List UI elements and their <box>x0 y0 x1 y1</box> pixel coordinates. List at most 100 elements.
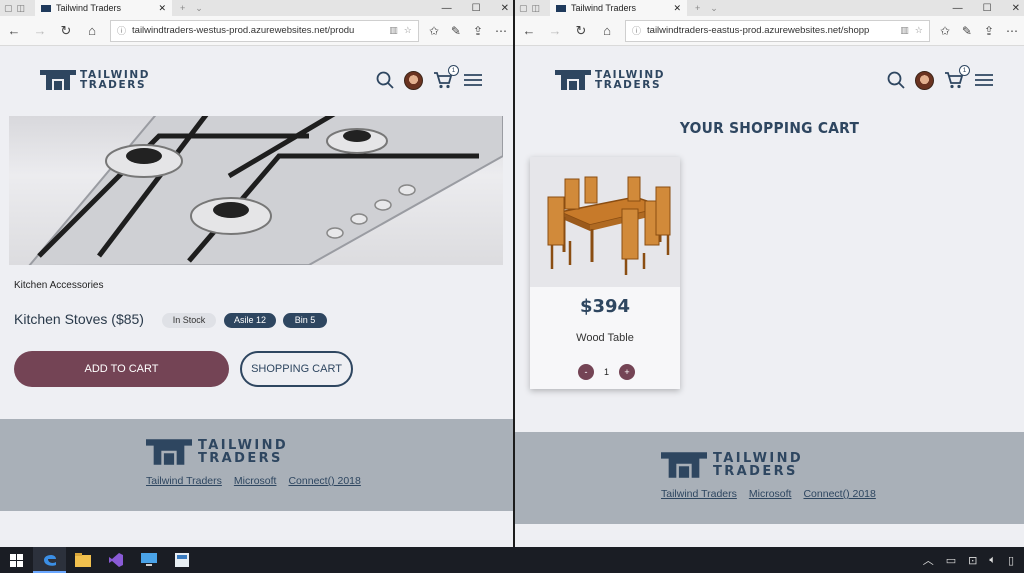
footer-logo[interactable]: TAILWIND TRADERS <box>146 439 288 465</box>
footer-link-tailwind[interactable]: Tailwind Traders <box>146 475 222 487</box>
url-input[interactable]: ⓘ tailwindtraders-westus-prod.azurewebsi… <box>110 19 419 42</box>
pen-icon[interactable]: ✎ <box>451 24 461 38</box>
close-window-icon[interactable]: ✕ <box>501 3 509 14</box>
remote-desktop-icon[interactable] <box>132 547 165 573</box>
search-icon[interactable] <box>376 71 394 89</box>
home-icon[interactable]: ⌂ <box>599 23 615 38</box>
cart-count-badge: 1 <box>448 65 459 76</box>
tab-actions-icon[interactable]: ▢ <box>519 3 528 14</box>
browser-window-right: ▢ ◫ Tailwind Traders ✕ + ⌄ — ☐ ✕ ← → ↻ ⌂ … <box>515 0 1024 547</box>
product-title: Kitchen Stoves ($85) <box>14 311 144 327</box>
cart-item-name: Wood Table <box>576 332 634 344</box>
chevron-down-icon[interactable]: ⌄ <box>710 3 718 14</box>
site-footer: TAILWIND TRADERS Tailwind Traders Micros… <box>0 419 513 511</box>
notifications-icon[interactable]: ▯ <box>1008 554 1014 567</box>
brand-logo[interactable]: TAILWIND TRADERS <box>555 70 665 90</box>
footer-link-tailwind[interactable]: Tailwind Traders <box>661 488 737 500</box>
stock-badge: In Stock <box>162 313 216 328</box>
footer-links: Tailwind Traders Microsoft Connect() 201… <box>661 488 876 500</box>
menu-icon[interactable] <box>463 72 483 88</box>
share-icon[interactable]: ⇪ <box>473 24 483 38</box>
favorite-star-icon[interactable]: ☆ <box>915 25 923 36</box>
back-icon[interactable]: ← <box>521 23 537 38</box>
decrease-quantity-button[interactable]: - <box>578 364 594 380</box>
volume-icon[interactable]: 🔈︎ <box>989 554 996 567</box>
app-icon[interactable] <box>165 547 198 573</box>
reading-view-icon[interactable]: ▥ <box>389 25 398 36</box>
footer-link-connect[interactable]: Connect() 2018 <box>288 475 360 487</box>
tab-preview-icon[interactable]: ◫ <box>532 3 541 14</box>
more-icon[interactable]: ⋯ <box>495 24 507 38</box>
more-icon[interactable]: ⋯ <box>1006 24 1018 38</box>
logo-icon <box>146 439 192 465</box>
edge-icon[interactable] <box>33 547 66 573</box>
quantity-stepper: - 1 + <box>578 364 636 380</box>
back-icon[interactable]: ← <box>6 23 22 38</box>
forward-icon[interactable]: → <box>32 23 48 38</box>
increase-quantity-button[interactable]: + <box>619 364 636 380</box>
avatar[interactable] <box>404 70 423 90</box>
shopping-cart-button[interactable]: SHOPPING CART <box>240 351 353 387</box>
refresh-icon[interactable]: ↻ <box>573 23 589 39</box>
add-to-cart-button[interactable]: ADD TO CART <box>14 351 229 387</box>
favicon-icon <box>41 4 52 12</box>
favorites-icon[interactable]: ✩ <box>429 24 439 38</box>
quantity-value: 1 <box>604 367 610 377</box>
search-icon[interactable] <box>887 71 905 89</box>
new-tab-icon[interactable]: + <box>180 3 185 14</box>
tab-preview-icon[interactable]: ◫ <box>17 3 26 14</box>
cart-item-card: $394 Wood Table - 1 + <box>530 157 680 389</box>
cart-button[interactable]: 1 <box>944 65 970 89</box>
start-icon[interactable] <box>0 547 33 573</box>
cart-count-badge: 1 <box>959 65 970 76</box>
file-explorer-icon[interactable] <box>66 547 99 573</box>
tab-actions-icon[interactable]: ▢ <box>4 3 13 14</box>
footer-link-microsoft[interactable]: Microsoft <box>749 488 792 500</box>
aisle-badge: Asile 12 <box>224 313 276 328</box>
refresh-icon[interactable]: ↻ <box>58 23 74 39</box>
info-icon: ⓘ <box>117 26 127 36</box>
pen-icon[interactable]: ✎ <box>962 24 972 38</box>
maximize-icon[interactable]: ☐ <box>983 3 992 14</box>
battery-icon[interactable]: ▭ <box>946 554 956 567</box>
tab-title: Tailwind Traders <box>56 3 122 13</box>
browser-tab[interactable]: Tailwind Traders ✕ <box>550 0 688 16</box>
site-header: TAILWIND TRADERS 1 <box>515 46 1024 114</box>
minimize-icon[interactable]: — <box>442 3 452 14</box>
close-window-icon[interactable]: ✕ <box>1012 3 1020 14</box>
footer-link-microsoft[interactable]: Microsoft <box>234 475 277 487</box>
url-input[interactable]: ⓘ tailwindtraders-eastus-prod.azurewebsi… <box>625 19 930 42</box>
info-icon: ⓘ <box>632 26 642 36</box>
footer-logo[interactable]: TAILWIND TRADERS <box>661 452 803 478</box>
new-tab-icon[interactable]: + <box>695 3 700 14</box>
visual-studio-icon[interactable] <box>99 547 132 573</box>
home-icon[interactable]: ⌂ <box>84 23 100 38</box>
chevron-down-icon[interactable]: ⌄ <box>195 3 203 14</box>
brand-logo[interactable]: TAILWIND TRADERS <box>40 70 150 90</box>
chevron-up-icon[interactable]: ︿ <box>923 552 934 568</box>
close-tab-icon[interactable]: ✕ <box>673 3 681 14</box>
reading-view-icon[interactable]: ▥ <box>900 25 909 36</box>
browser-tab[interactable]: Tailwind Traders ✕ <box>35 0 173 16</box>
title-bar: ▢ ◫ Tailwind Traders ✕ + ⌄ — ☐ ✕ <box>0 0 513 16</box>
cart-button[interactable]: 1 <box>433 65 459 89</box>
minimize-icon[interactable]: — <box>953 3 963 14</box>
maximize-icon[interactable]: ☐ <box>472 3 481 14</box>
cart-item-price: $394 <box>579 296 631 317</box>
footer-link-connect[interactable]: Connect() 2018 <box>803 488 875 500</box>
logo-icon <box>661 452 707 478</box>
forward-icon[interactable]: → <box>547 23 563 38</box>
tab-title: Tailwind Traders <box>571 3 637 13</box>
logo-icon <box>40 70 76 90</box>
address-bar-row: ← → ↻ ⌂ ⓘ tailwindtraders-eastus-prod.az… <box>515 16 1024 46</box>
cart-item-image <box>530 157 680 287</box>
logo-icon <box>555 70 591 90</box>
favorites-icon[interactable]: ✩ <box>940 24 950 38</box>
close-tab-icon[interactable]: ✕ <box>158 3 166 14</box>
menu-icon[interactable] <box>974 72 994 88</box>
avatar[interactable] <box>915 70 934 90</box>
taskbar: ︿ ▭ ⊡ 🔈︎ ▯ <box>0 547 1024 573</box>
share-icon[interactable]: ⇪ <box>984 24 994 38</box>
favorite-star-icon[interactable]: ☆ <box>404 25 412 36</box>
network-icon[interactable]: ⊡ <box>968 554 977 567</box>
